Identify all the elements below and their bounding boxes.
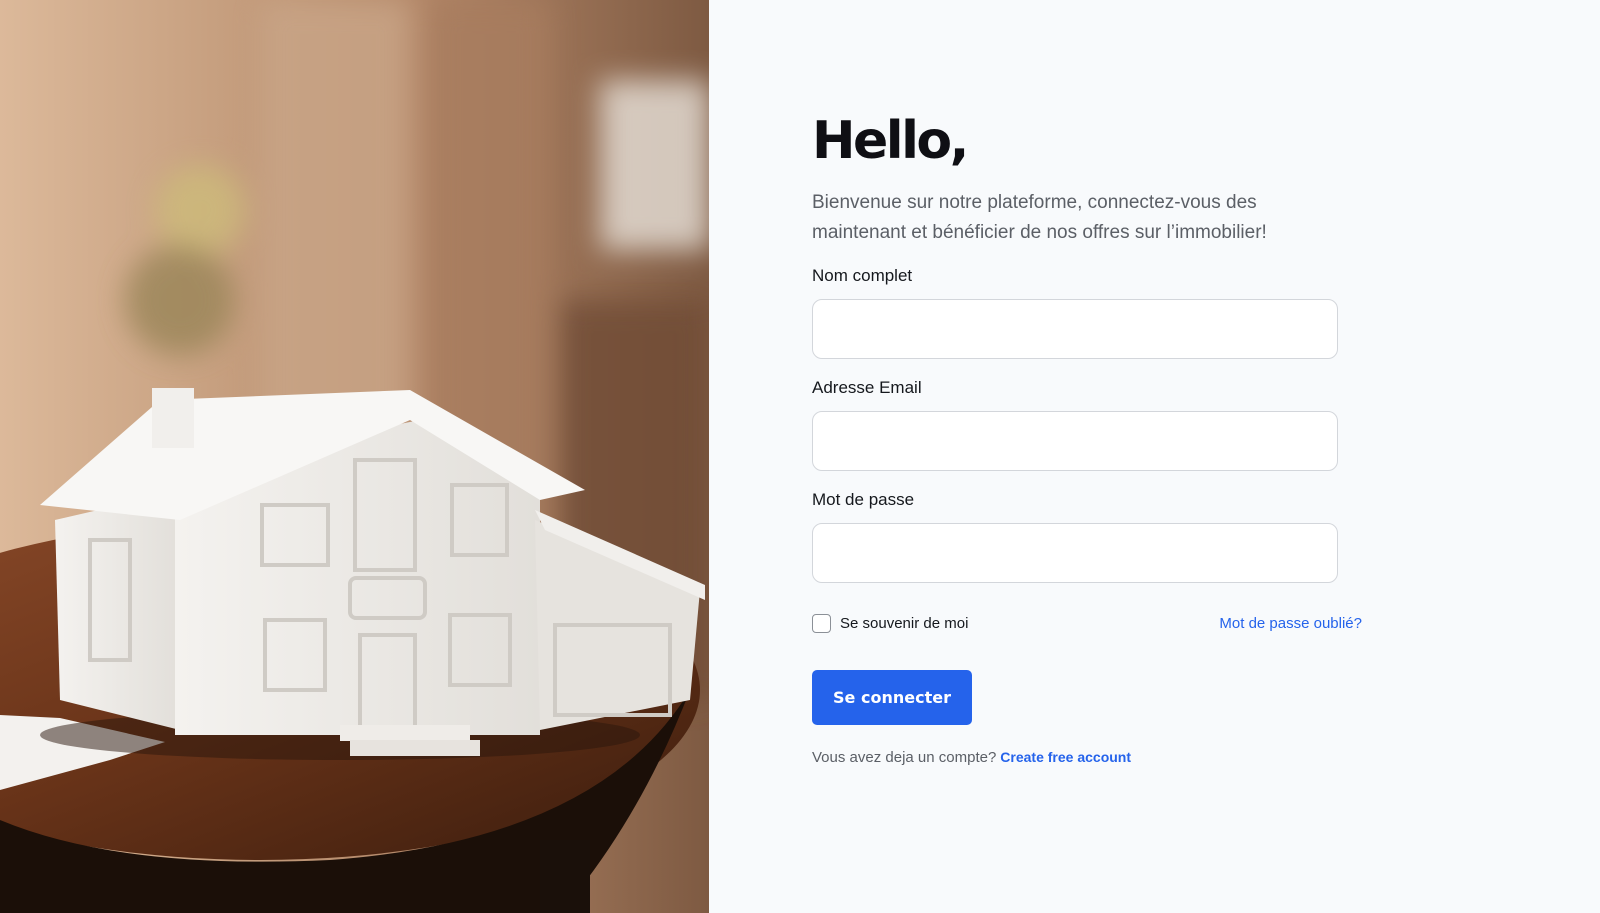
hero-image-panel <box>0 0 709 913</box>
login-button[interactable]: Se connecter <box>812 670 972 725</box>
email-label: Adresse Email <box>812 378 922 397</box>
create-account-link[interactable]: Create free account <box>1000 749 1131 765</box>
email-input[interactable] <box>812 411 1338 471</box>
full-name-input[interactable] <box>812 299 1338 359</box>
house-model-photo <box>0 0 709 913</box>
intro-text: Bienvenue sur notre plateforme, connecte… <box>812 192 1267 243</box>
form-options-row: Se souvenir de moi Mot de passe oublié? <box>812 614 1362 636</box>
full-name-label: Nom complet <box>812 266 913 285</box>
login-panel: Hello, Bienvenue sur notre plateforme, c… <box>709 0 1600 913</box>
remember-me-checkbox[interactable] <box>812 614 831 633</box>
remember-me-label[interactable]: Se souvenir de moi <box>840 615 968 632</box>
login-form: Hello, Bienvenue sur notre plateforme, c… <box>812 108 1462 766</box>
signup-prompt: Vous avez deja un compte? <box>812 749 997 766</box>
password-label: Mot de passe <box>812 490 915 509</box>
forgot-password-link[interactable]: Mot de passe oublié? <box>1219 615 1362 632</box>
remember-me: Se souvenir de moi <box>812 614 968 633</box>
password-input[interactable] <box>812 523 1338 583</box>
page-title: Hello, <box>812 111 969 171</box>
signup-row: Vous avez deja un compte? Create free acc… <box>812 749 1462 766</box>
